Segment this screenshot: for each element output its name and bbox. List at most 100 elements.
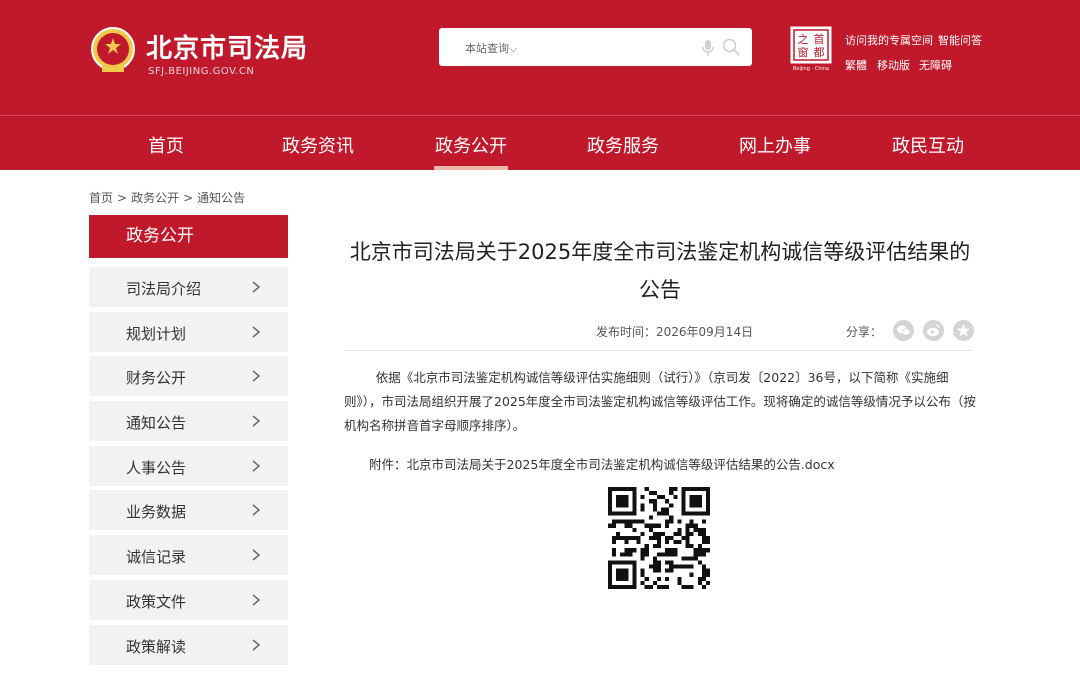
- sidebar-item-credit-records[interactable]: 诚信记录: [89, 535, 288, 576]
- sidebar-item-label: 诚信记录: [126, 548, 187, 567]
- sidebar-item-notices[interactable]: 通知公告: [89, 401, 288, 442]
- sidebar-item-business-data[interactable]: 业务数据: [89, 490, 288, 531]
- qr-module: [648, 491, 653, 496]
- search-scope-dropdown[interactable]: 本站查询⌵: [465, 40, 517, 56]
- sidebar-item-label: 规划计划: [126, 324, 187, 343]
- qr-module: [632, 519, 637, 524]
- qr-module: [685, 544, 690, 549]
- qr-module: [701, 535, 706, 541]
- qr-module: [665, 540, 670, 545]
- qr-code: [608, 487, 710, 589]
- sidebar-item-bureau-intro[interactable]: 司法局介绍: [89, 267, 288, 307]
- attachment-link[interactable]: 附件：北京市司法局关于2025年度全市司法鉴定机构诚信等级评估结果的公告.doc…: [369, 454, 835, 473]
- qr-module: [652, 491, 657, 496]
- weibo-icon[interactable]: [923, 320, 944, 341]
- traditional-chinese-link[interactable]: 繁體: [845, 57, 867, 73]
- chevron-right-icon: [252, 638, 260, 651]
- qr-module: [656, 584, 662, 589]
- national-emblem-icon[interactable]: [88, 25, 138, 77]
- breadcrumb-home[interactable]: 首页: [89, 189, 113, 206]
- qr-module: [673, 552, 678, 557]
- qr-module: [689, 556, 694, 561]
- qr-module: [661, 531, 666, 536]
- article-title-line: 公告: [639, 278, 681, 302]
- qr-module: [689, 584, 694, 589]
- qr-module: [656, 535, 662, 541]
- nav-home[interactable]: 首页: [148, 132, 184, 158]
- chevron-right-icon: [252, 326, 260, 338]
- qr-module: [640, 531, 645, 536]
- qr-module: [636, 535, 641, 541]
- sidebar-item-personnel[interactable]: 人事公告: [89, 445, 288, 486]
- qr-module: [693, 556, 698, 561]
- site-title[interactable]: 北京市司法局: [146, 28, 308, 65]
- qr-module: [648, 515, 653, 520]
- site-header: 北京市司法局 SFJ.BEIJING.GOV.CN 本站查询⌵ 首 都 之 窗 …: [0, 0, 1080, 170]
- qr-module: [701, 576, 706, 581]
- qr-module: [677, 540, 682, 545]
- qr-module: [616, 531, 621, 536]
- capital-window-logo[interactable]: 首 都 之 窗 Beijing · China: [790, 26, 832, 72]
- wechat-icon[interactable]: [893, 320, 914, 341]
- chevron-right-icon: [252, 415, 260, 427]
- qr-module: [661, 552, 666, 557]
- qr-module: [697, 548, 702, 553]
- qr-module: [652, 523, 657, 528]
- qr-module: [628, 519, 633, 524]
- qr-module: [701, 568, 706, 573]
- qr-module: [693, 548, 698, 553]
- qr-module: [697, 552, 702, 557]
- qr-module: [677, 519, 682, 524]
- qr-module: [648, 535, 653, 541]
- sidebar-item-plans[interactable]: 规划计划: [89, 311, 288, 352]
- article-body-line: 则》），市司法局组织开展了2025年度全市司法鉴定机构诚信等级评估工作。现将确定…: [344, 394, 976, 409]
- breadcrumb-notices[interactable]: 通知公告: [197, 189, 245, 206]
- qr-module: [616, 568, 629, 581]
- qr-module: [652, 564, 657, 569]
- sidebar-item-label: 政策解读: [126, 637, 187, 656]
- qr-module: [669, 564, 674, 569]
- qr-module: [644, 544, 649, 549]
- star-icon[interactable]: [953, 320, 974, 341]
- qr-module: [652, 580, 657, 585]
- qr-module: [697, 580, 702, 585]
- sidebar-item-policy-interpretation[interactable]: 政策解读: [89, 624, 288, 665]
- qr-module: [685, 531, 690, 536]
- qr-module: [697, 531, 702, 536]
- qr-module: [689, 531, 694, 536]
- search-input[interactable]: 本站查询⌵: [439, 28, 752, 66]
- qr-module: [673, 548, 678, 553]
- qr-module: [689, 523, 694, 528]
- nav-government-services[interactable]: 政务服务: [587, 132, 659, 158]
- qr-module: [697, 560, 702, 565]
- breadcrumb-disclosure[interactable]: 政务公开: [131, 189, 179, 206]
- nav-government-affairs-disclosure[interactable]: 政务公开: [435, 132, 507, 158]
- nav-active-indicator: [434, 166, 508, 170]
- qr-module: [701, 584, 706, 589]
- smart-qa-link[interactable]: 智能问答: [938, 32, 982, 48]
- nav-government-news[interactable]: 政务资讯: [282, 132, 354, 158]
- accessibility-link[interactable]: 无障碍: [919, 57, 952, 73]
- microphone-icon[interactable]: [701, 39, 715, 57]
- qr-module: [661, 584, 666, 589]
- sidebar-item-policy-documents[interactable]: 政策文件: [89, 579, 288, 620]
- qr-module: [612, 523, 617, 528]
- mobile-version-link[interactable]: 移动版: [877, 57, 910, 73]
- capital-logo-caption: Beijing · China: [793, 66, 829, 72]
- qr-module: [656, 511, 662, 516]
- qr-module: [701, 519, 706, 524]
- qr-module: [640, 548, 645, 553]
- qr-module: [677, 527, 682, 532]
- nav-online-services[interactable]: 网上办事: [739, 132, 811, 158]
- qr-module: [705, 540, 710, 545]
- sidebar-item-finance[interactable]: 财务公开: [89, 356, 288, 397]
- search-icon[interactable]: [722, 38, 740, 56]
- qr-module: [648, 523, 653, 528]
- personal-space-link[interactable]: 访问我的专属空间: [845, 32, 933, 48]
- qr-module: [701, 540, 706, 545]
- qr-module: [677, 531, 682, 536]
- qr-module: [652, 560, 657, 565]
- qr-module: [685, 556, 690, 561]
- publish-date: 发布时间：2026年09月14日: [596, 325, 754, 339]
- nav-citizen-interaction[interactable]: 政民互动: [892, 132, 964, 158]
